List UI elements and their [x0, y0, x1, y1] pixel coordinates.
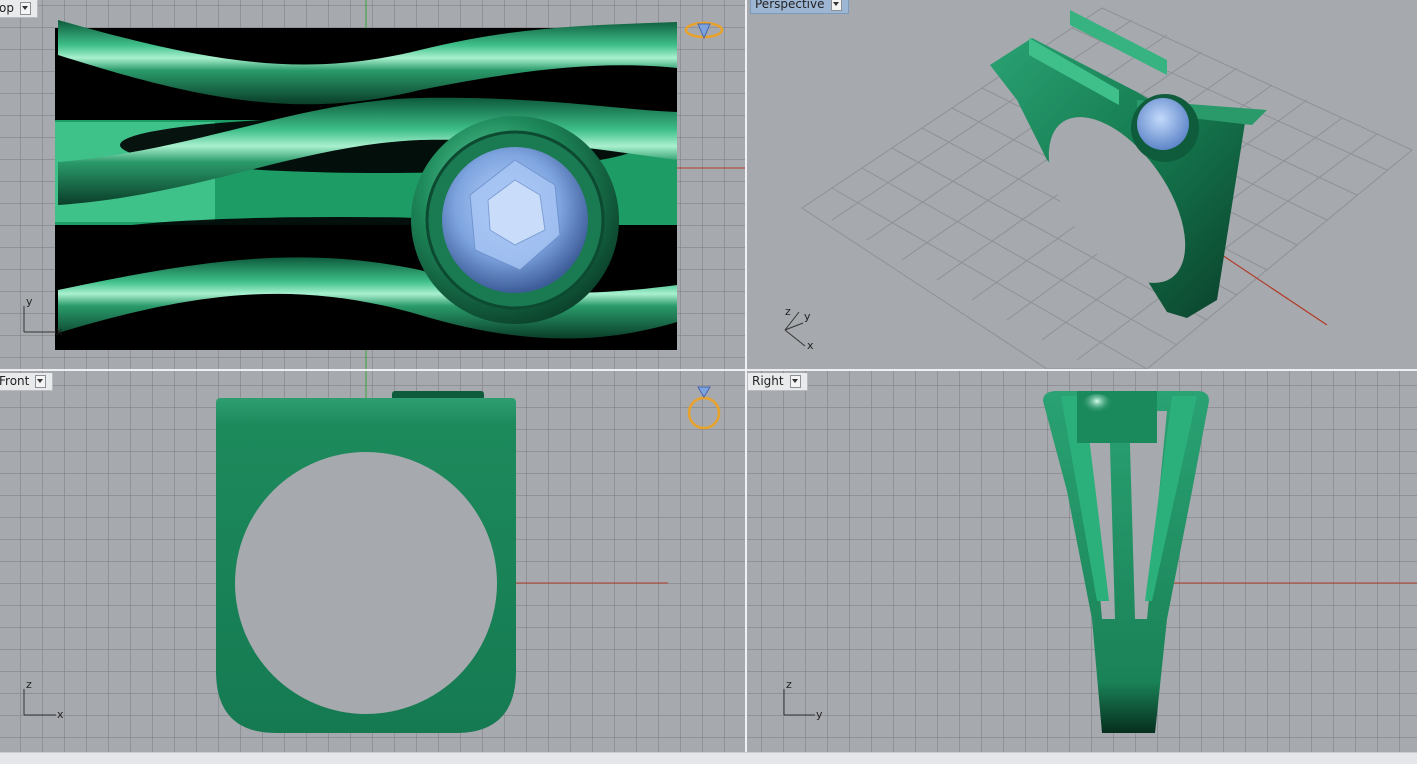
right-viewport[interactable]: z y Right [747, 371, 1417, 752]
ring-gizmo-icon[interactable] [687, 386, 721, 430]
svg-text:x: x [56, 325, 63, 338]
svg-text:z: z [786, 678, 792, 691]
ring-gizmo-icon[interactable] [684, 21, 724, 40]
svg-text:x: x [57, 708, 64, 721]
axis-indicator: z x [23, 678, 64, 721]
dropdown-arrow-icon[interactable] [789, 375, 801, 388]
status-bar [0, 752, 1417, 764]
dropdown-arrow-icon[interactable] [19, 2, 31, 15]
dropdown-arrow-icon[interactable] [830, 0, 842, 11]
axis-indicator: z y x [784, 305, 814, 352]
front-viewport[interactable]: z x Front [0, 371, 745, 752]
viewport-tab-right[interactable]: Right [747, 373, 808, 391]
viewport-tab-label: Right [752, 374, 784, 388]
top-viewport[interactable]: y x op [0, 0, 745, 369]
gemstone [1137, 98, 1189, 150]
axis-indicator: z y [783, 678, 823, 721]
viewport-tab-perspective[interactable]: Perspective [750, 0, 849, 14]
svg-text:y: y [816, 708, 823, 721]
viewport-tab-label: Front [0, 374, 30, 388]
svg-text:x: x [807, 339, 814, 352]
viewport-divider-vertical[interactable] [745, 0, 747, 752]
dropdown-arrow-icon[interactable] [35, 375, 47, 388]
right-viewport-canvas: z y [783, 391, 1417, 733]
svg-text:z: z [785, 305, 791, 318]
perspective-viewport[interactable]: z y x Perspective [747, 0, 1417, 369]
viewport-divider-horizontal[interactable] [0, 369, 1417, 371]
finger-hole [235, 452, 497, 714]
viewport-tab-label: Perspective [755, 0, 825, 11]
viewport-tab-top[interactable]: op [0, 0, 38, 18]
svg-text:z: z [26, 678, 32, 691]
top-viewport-canvas: y x [23, 0, 745, 369]
svg-text:y: y [26, 295, 33, 308]
viewport-tab-front[interactable]: Front [0, 373, 54, 391]
front-viewport-canvas: z x [23, 371, 721, 733]
perspective-viewport-canvas: z y x [784, 7, 1413, 369]
viewport-tab-label: op [0, 1, 14, 15]
svg-text:y: y [804, 310, 811, 323]
